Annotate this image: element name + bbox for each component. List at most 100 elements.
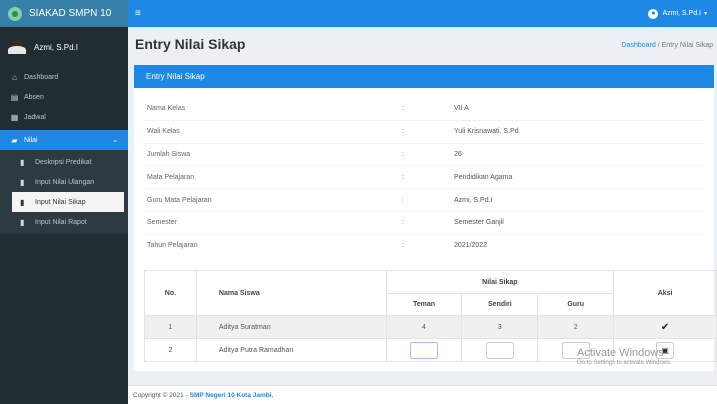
info-separator: : bbox=[402, 242, 404, 250]
info-value: Azmi, S.Pd.I bbox=[454, 196, 493, 204]
user-panel: Azmi, S.Pd.I bbox=[0, 27, 128, 67]
info-row-guru-mata-pelajaran: Guru Mata Pelajaran : Azmi, S.Pd.I bbox=[144, 188, 704, 211]
sidebar-menu: ⌂ Dashboard ▤ Absen ▦ Jadwal ▰ Nilai ⌄ bbox=[0, 67, 128, 150]
col-header-nilai-sikap: Nilai Sikap bbox=[385, 270, 615, 294]
check-icon: ✔ bbox=[660, 321, 670, 333]
cell-no: 2 bbox=[144, 338, 197, 362]
info-label: Nama Kelas bbox=[147, 104, 186, 112]
top-navbar: ≡ ● Azmi, S.Pd.I ▾ bbox=[128, 0, 717, 27]
info-value: Yuli Krisnawati. S.Pd bbox=[454, 128, 519, 136]
sendiri-score-input[interactable] bbox=[485, 341, 514, 359]
info-separator: : bbox=[402, 196, 404, 204]
book-icon: ▤ bbox=[10, 92, 19, 102]
file-icon: ▮ bbox=[20, 177, 25, 187]
sidebar-item-jadwal[interactable]: ▦ Jadwal bbox=[0, 107, 128, 127]
submenu-item-input-nilai-ulangan[interactable]: ▮ Input Nilai Ulangan bbox=[0, 172, 128, 192]
user-menu-name: Azmi, S.Pd.I bbox=[662, 10, 701, 17]
teman-score-input[interactable] bbox=[409, 341, 438, 359]
cell-guru: 2 bbox=[537, 315, 615, 339]
col-header-no: No. bbox=[144, 270, 197, 316]
sidebar-item-nilai[interactable]: ▰ Nilai ⌄ bbox=[0, 130, 128, 150]
info-separator: : bbox=[402, 104, 404, 112]
cell-teman: 4 bbox=[385, 315, 463, 339]
sidebar-item-dashboard[interactable]: ⌂ Dashboard bbox=[0, 67, 128, 87]
col-header-teman: Teman bbox=[385, 293, 463, 316]
col-header-nama-siswa: Nama Siswa bbox=[195, 270, 387, 316]
sidebar-item-label: Absen bbox=[24, 93, 44, 101]
cell-nama-siswa: Aditya Putra Ramadhan bbox=[195, 338, 387, 362]
cell-teman bbox=[385, 338, 463, 362]
info-label: Wali Kelas bbox=[147, 128, 180, 136]
submenu-item-input-nilai-sikap[interactable]: ▮ Input Nilai Sikap bbox=[12, 192, 124, 212]
user-name: Azmi, S.Pd.I bbox=[34, 42, 79, 52]
caret-down-icon: ▾ bbox=[703, 11, 707, 17]
info-separator: : bbox=[402, 150, 404, 158]
info-row-semester: Semester : Semester Ganjil bbox=[144, 210, 704, 234]
avatar bbox=[8, 40, 26, 54]
breadcrumb-dashboard-link[interactable]: Dashboard bbox=[622, 42, 656, 49]
info-label: Semester bbox=[147, 219, 177, 227]
submenu-item-label: Deskripsi Predikat bbox=[35, 158, 92, 166]
info-row-wali-kelas: Wali Kelas : Yuli Krisnawati. S.Pd bbox=[144, 119, 704, 143]
cell-no: 1 bbox=[144, 315, 197, 339]
info-value: Pendidikan Agama bbox=[454, 173, 513, 181]
breadcrumb: Dashboard / Entry Nilai Sikap bbox=[622, 42, 713, 49]
home-icon: ⌂ bbox=[12, 72, 17, 82]
info-label: Mata Pelajaran bbox=[147, 173, 195, 181]
cell-nama-siswa: Aditya Suratman bbox=[195, 315, 387, 339]
sidebar-item-label: Nilai bbox=[24, 136, 38, 144]
sidebar-item-label: Dashboard bbox=[24, 73, 59, 81]
info-value: 26 bbox=[454, 150, 462, 158]
watermark-subtitle: Go to Settings to activate Windows. bbox=[577, 360, 672, 366]
sidebar: SIAKAD SMPN 10 Azmi, S.Pd.I ⌂ Dashboard … bbox=[0, 0, 128, 404]
breadcrumb-current: Entry Nilai Sikap bbox=[661, 42, 713, 49]
submenu-item-deskripsi-predikat[interactable]: ▮ Deskripsi Predikat bbox=[0, 152, 128, 172]
chevron-down-icon: ⌄ bbox=[112, 137, 118, 144]
info-separator: : bbox=[402, 219, 404, 227]
info-value: VII A bbox=[454, 104, 469, 112]
sidebar-item-absen[interactable]: ▤ Absen bbox=[0, 87, 128, 107]
footer: Copyright © 2021 - SMP Negeri 10 Kota Ja… bbox=[128, 385, 717, 404]
info-separator: : bbox=[402, 173, 404, 181]
info-value: 2021/2022 bbox=[454, 242, 488, 250]
file-icon: ▮ bbox=[20, 217, 25, 227]
info-label: Tahun Pelajaran bbox=[147, 242, 198, 250]
info-row-tahun-pelajaran: Tahun Pelajaran : 2021/2022 bbox=[144, 233, 704, 257]
school-logo-icon bbox=[8, 6, 22, 21]
submenu-item-input-nilai-rapot[interactable]: ▮ Input Nilai Rapot bbox=[0, 212, 128, 232]
submenu-item-label: Input Nilai Ulangan bbox=[35, 178, 95, 186]
cell-sendiri: 3 bbox=[461, 315, 539, 339]
submenu-item-label: Input Nilai Rapot bbox=[35, 218, 87, 226]
user-circle-icon: ● bbox=[648, 8, 659, 19]
col-header-guru: Guru bbox=[537, 293, 615, 316]
activate-windows-watermark: Activate Windows Go to Settings to activ… bbox=[577, 347, 672, 366]
footer-copyright: Copyright © 2021 - bbox=[133, 391, 188, 399]
app-title: SIAKAD SMPN 10 bbox=[29, 8, 112, 19]
info-value: Semester Ganjil bbox=[454, 219, 504, 227]
file-icon: ▮ bbox=[20, 157, 25, 167]
info-label: Guru Mata Pelajaran bbox=[147, 196, 212, 204]
info-separator: : bbox=[402, 128, 404, 136]
sidebar-item-label: Jadwal bbox=[24, 113, 46, 121]
watermark-title: Activate Windows bbox=[577, 347, 664, 359]
table-row: 1 Aditya Suratman 4 3 2 ✔ bbox=[144, 315, 717, 339]
calendar-icon: ▦ bbox=[10, 112, 19, 122]
page-title: Entry Nilai Sikap bbox=[135, 36, 246, 52]
info-label: Jumlah Siswa bbox=[147, 150, 191, 158]
user-menu-dropdown[interactable]: ● Azmi, S.Pd.I ▾ bbox=[648, 8, 707, 19]
cell-aksi: ✔ bbox=[613, 315, 717, 339]
app-brand[interactable]: SIAKAD SMPN 10 bbox=[0, 0, 128, 27]
hamburger-menu-icon[interactable]: ≡ bbox=[135, 8, 141, 19]
col-header-aksi: Aksi bbox=[613, 270, 717, 316]
footer-school-link[interactable]: SMP Negeri 10 Kota Jambi. bbox=[190, 392, 274, 399]
col-header-sendiri: Sendiri bbox=[461, 293, 539, 316]
folder-icon: ▰ bbox=[11, 135, 18, 145]
info-row-nama-kelas: Nama Kelas : VII A bbox=[144, 97, 704, 120]
info-row-mata-pelajaran: Mata Pelajaran : Pendidikan Agama bbox=[144, 165, 704, 188]
submenu-item-label: Input Nilai Sikap bbox=[35, 198, 86, 206]
nilai-submenu: ▮ Deskripsi Predikat ▮ Input Nilai Ulang… bbox=[0, 150, 128, 234]
info-row-jumlah-siswa: Jumlah Siswa : 26 bbox=[144, 142, 704, 166]
cell-sendiri bbox=[461, 338, 539, 362]
box-title: Entry Nilai Sikap bbox=[134, 65, 714, 88]
file-icon: ▮ bbox=[20, 197, 25, 207]
